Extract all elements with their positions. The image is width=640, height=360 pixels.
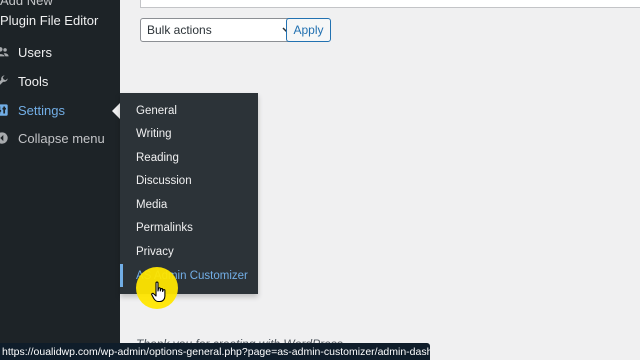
sidebar-collapse-menu[interactable]: Collapse menu [0,124,120,152]
sidebar-item-plugin-file-editor[interactable]: Plugin File Editor [0,6,120,34]
hand-pointer-icon [151,281,169,303]
submenu-item-media[interactable]: Media [120,193,258,216]
browser-status-url: https://oualidwp.com/wp-admin/options-ge… [0,343,430,360]
sidebar-item-label: Tools [18,73,49,89]
collapse-icon [0,130,10,146]
wrench-icon [0,73,10,89]
sidebar-item-settings[interactable]: Settings [0,96,120,124]
submenu-item-reading[interactable]: Reading [120,146,258,169]
users-icon [0,44,10,60]
submenu-item-discussion[interactable]: Discussion [120,169,258,192]
admin-sidebar: Add New Plugin File Editor Users Tools S… [0,0,120,360]
sidebar-item-users[interactable]: Users [0,38,120,66]
list-table-bottom-edge [140,0,640,8]
sidebar-item-label: Settings [18,102,65,118]
submenu-item-general[interactable]: General [120,99,258,122]
sidebar-item-tools[interactable]: Tools [0,67,120,95]
submenu-item-privacy[interactable]: Privacy [120,240,258,263]
settings-submenu-flyout: General Writing Reading Discussion Media… [120,93,258,294]
apply-button[interactable]: Apply [286,18,331,42]
flyout-pointer-arrow [112,103,120,119]
submenu-item-writing[interactable]: Writing [120,122,258,145]
sidebar-item-label: Collapse menu [18,130,105,146]
settings-icon [0,102,10,118]
bulk-actions-select[interactable]: Bulk actions [140,18,300,42]
bulk-actions-selected-value: Bulk actions [147,23,212,37]
sidebar-item-label: Users [18,44,52,60]
submenu-item-permalinks[interactable]: Permalinks [120,216,258,239]
